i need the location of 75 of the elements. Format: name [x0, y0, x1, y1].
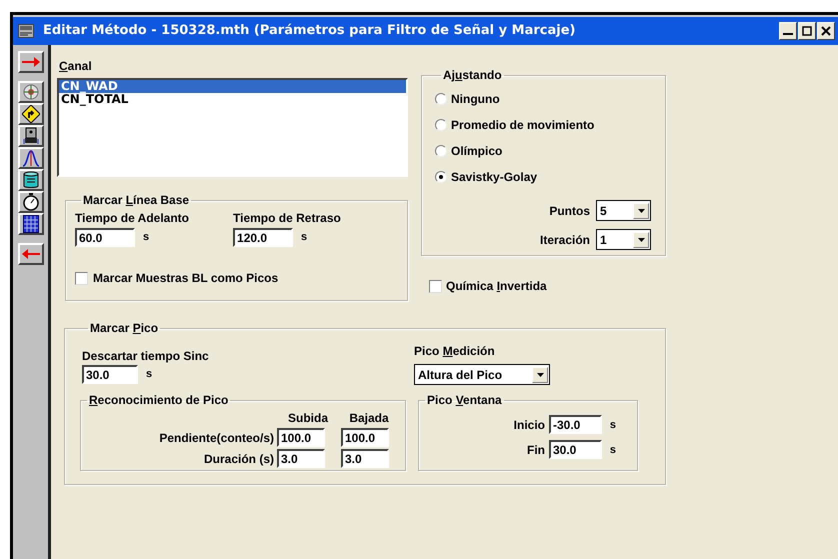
checkbox[interactable] — [75, 272, 88, 284]
maximize-button[interactable] — [798, 22, 816, 40]
input-field[interactable]: 30.0 — [549, 440, 602, 459]
dropdown[interactable]: Altura del Pico — [414, 364, 550, 385]
caret-icon — [638, 208, 644, 212]
group-title: Pico Ventana — [427, 393, 502, 407]
list-item[interactable]: CN_TOTAL — [59, 93, 406, 106]
field-label: Descartar tiempo Sinc — [82, 348, 210, 365]
dropdown[interactable]: 1 — [596, 229, 651, 250]
cylinder-icon[interactable] — [18, 169, 44, 191]
row-label: Duración (s) — [202, 450, 274, 468]
stopwatch-icon[interactable] — [18, 191, 44, 213]
close-icon — [821, 26, 831, 36]
field-label: Inicio — [514, 416, 545, 434]
peak-chart-icon[interactable] — [18, 147, 44, 169]
input-field[interactable]: 3.0 — [341, 449, 389, 468]
group-title: Reconocimiento de Pico — [89, 393, 228, 407]
dropdown-button[interactable] — [633, 202, 649, 218]
dropdown-button[interactable] — [633, 232, 649, 248]
radio-label: Promedio de movimiento — [451, 117, 594, 134]
radio-label: Olímpico — [451, 143, 502, 160]
arrow-right-icon[interactable] — [18, 51, 44, 73]
close-button[interactable] — [817, 22, 835, 40]
caret-icon — [536, 372, 544, 376]
dropdown-value: 5 — [600, 202, 607, 220]
input-field[interactable]: 30.0 — [82, 365, 138, 384]
maximize-icon — [802, 26, 812, 36]
window-icon — [18, 24, 34, 38]
group-title: Marcar Línea Base — [83, 193, 190, 207]
unit-label: s — [301, 230, 308, 246]
field-label: Fin — [527, 442, 545, 458]
channel-label: Canal — [59, 58, 93, 75]
grid-icon[interactable] — [18, 213, 44, 235]
target-icon[interactable] — [18, 81, 44, 103]
unit-label: s — [610, 419, 616, 432]
diamond-sign-icon[interactable] — [18, 103, 44, 125]
device-icon[interactable] — [18, 125, 44, 147]
group-title: Ajustando — [443, 68, 502, 82]
field-label: Tiempo de Retraso — [233, 210, 341, 227]
select-label: Pico Medición — [414, 343, 496, 360]
input-field[interactable]: 3.0 — [277, 449, 325, 468]
radio-button[interactable] — [435, 145, 447, 157]
radio-label: Ninguno — [451, 91, 500, 108]
field-label: Tiempo de Adelanto — [75, 210, 190, 227]
unit-label: s — [143, 230, 150, 246]
input-field[interactable]: -30.0 — [549, 415, 602, 434]
select-label: Puntos — [549, 202, 590, 220]
input-field[interactable]: 120.0 — [233, 228, 294, 247]
input-field[interactable]: 100.0 — [341, 428, 389, 447]
checkbox[interactable] — [429, 280, 442, 292]
dropdown-button[interactable] — [532, 366, 548, 382]
dropdown[interactable]: 5 — [596, 200, 651, 221]
minimize-icon — [783, 33, 793, 35]
input-field[interactable]: 60.0 — [75, 228, 135, 247]
row-label: Pendiente(conteo/s) — [159, 430, 274, 446]
caret-icon — [638, 238, 644, 242]
dropdown-value: Altura del Pico — [418, 366, 502, 384]
column-header: Subida — [286, 410, 330, 427]
checkbox-label: Química Invertida — [446, 278, 547, 295]
window-title: Editar Método - 150328.mth (Parámetros para Filtro de Señal y Marcaje) — [43, 22, 576, 40]
dropdown-value: 1 — [600, 232, 607, 248]
radio-button[interactable] — [435, 171, 447, 183]
unit-label: s — [146, 367, 152, 382]
group-title: Marcar Pico — [90, 321, 158, 335]
radio-button[interactable] — [435, 93, 447, 105]
arrow-left-icon[interactable] — [18, 243, 44, 265]
select-label: Iteración — [540, 232, 590, 248]
unit-label: s — [610, 444, 616, 456]
radio-label: Savistky-Golay — [451, 169, 538, 186]
checkbox-label: Marcar Muestras BL como Picos — [93, 270, 278, 287]
radio-button[interactable] — [435, 119, 447, 131]
column-header: Bajada — [348, 410, 390, 427]
list-item[interactable]: CN_WAD — [59, 80, 406, 93]
input-field[interactable]: 100.0 — [277, 428, 325, 447]
minimize-button[interactable] — [779, 22, 797, 40]
